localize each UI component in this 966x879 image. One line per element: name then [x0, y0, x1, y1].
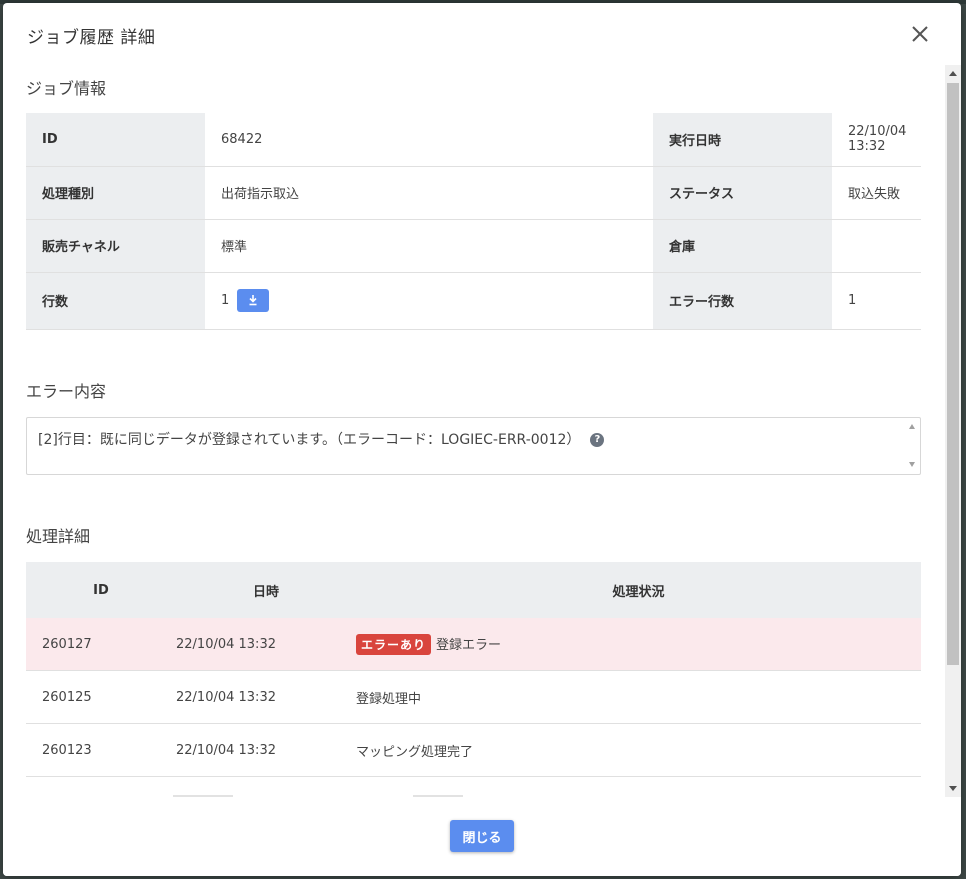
- value-sales-channel: 標準: [205, 219, 653, 273]
- error-message-line: [2]行目：既に同じデータが登録されています。（エラーコード：LOGIEC-ER…: [38, 429, 605, 449]
- info-row-id: ID 68422 実行日時 22/10/04 13:32: [26, 113, 921, 167]
- dialog-title: ジョブ履歴 詳細: [27, 28, 156, 48]
- value-warehouse: [832, 219, 921, 273]
- label-sales-channel: 販売チャネル: [26, 219, 205, 273]
- value-executed-at: 22/10/04 13:32: [832, 113, 921, 167]
- value-error-line-count: 1: [832, 272, 921, 330]
- row-id: 260127: [26, 618, 176, 671]
- label-error-line-count: エラー行数: [653, 272, 832, 330]
- error-message: [2]行目：既に同じデータが登録されています。（エラーコード：LOGIEC-ER…: [38, 432, 581, 448]
- row-status: マッピング処理完了: [356, 723, 921, 777]
- close-icon[interactable]: [909, 23, 931, 45]
- download-icon: [249, 295, 257, 306]
- row-datetime: 22/10/04 13:32: [176, 618, 356, 671]
- header-status: 処理状況: [356, 562, 921, 618]
- value-status: 取込失敗: [832, 166, 921, 220]
- scrollbar-up-arrow-icon[interactable]: [949, 71, 957, 76]
- info-row-channel: 販売チャネル 標準 倉庫: [26, 219, 921, 273]
- table-row: 260125 22/10/04 13:32 登録処理中: [26, 670, 921, 724]
- textarea-scrollbar[interactable]: [906, 420, 918, 472]
- label-status: ステータス: [653, 166, 832, 220]
- row-id: 260123: [26, 723, 176, 777]
- content-scrollbar[interactable]: [945, 65, 961, 797]
- row-status-cell: エラーあり 登録エラー: [356, 618, 921, 671]
- download-button[interactable]: [237, 289, 270, 312]
- info-row-type: 処理種別 出荷指示取込 ステータス 取込失敗: [26, 166, 921, 220]
- error-section-title: エラー内容: [26, 382, 107, 401]
- job-history-detail-dialog: ジョブ履歴 詳細 ジョブ情報 ID 68422 実行日時 22/10/04 13…: [3, 3, 961, 876]
- row-id: 260125: [26, 670, 176, 724]
- label-line-count: 行数: [26, 272, 205, 330]
- job-info-table: ID 68422 実行日時 22/10/04 13:32 処理種別 出荷指示取込…: [26, 113, 921, 330]
- row-datetime: 22/10/04 13:32: [176, 723, 356, 777]
- details-section-title: 処理詳細: [26, 527, 91, 546]
- job-info-title: ジョブ情報: [26, 79, 107, 98]
- value-line-count-cell: 1: [205, 272, 653, 330]
- label-executed-at: 実行日時: [653, 113, 832, 167]
- table-header-row: ID 日時 処理状況: [26, 562, 921, 618]
- header-datetime: 日時: [176, 562, 356, 618]
- dialog-footer: 閉じる: [3, 797, 961, 876]
- error-badge: エラーあり: [356, 633, 432, 655]
- table-row: 260127 22/10/04 13:32 エラーあり 登録エラー: [26, 618, 921, 671]
- row-status: 登録処理中: [356, 670, 921, 724]
- label-id: ID: [26, 113, 205, 167]
- row-status: 登録エラー: [436, 637, 502, 653]
- value-id: 68422: [205, 113, 653, 167]
- scroll-up-arrow-icon[interactable]: [909, 424, 915, 429]
- scrollbar-thumb[interactable]: [947, 83, 959, 665]
- scroll-down-arrow-icon[interactable]: [909, 462, 915, 467]
- row-datetime: 22/10/04 13:32: [176, 670, 356, 724]
- info-row-lines: 行数 1 エラー行数 1: [26, 272, 921, 330]
- scrollbar-down-arrow-icon[interactable]: [949, 786, 957, 791]
- close-button[interactable]: 閉じる: [450, 820, 514, 852]
- error-message-textarea[interactable]: [2]行目：既に同じデータが登録されています。（エラーコード：LOGIEC-ER…: [26, 417, 921, 475]
- table-row: 260123 22/10/04 13:32 マッピング処理完了: [26, 723, 921, 777]
- process-detail-table: ID 日時 処理状況 260127 22/10/04 13:32 エラーあり 登録…: [26, 562, 921, 777]
- value-process-type: 出荷指示取込: [205, 166, 653, 220]
- label-warehouse: 倉庫: [653, 219, 832, 273]
- value-line-count: 1: [221, 293, 230, 308]
- header-id: ID: [26, 562, 176, 618]
- label-process-type: 処理種別: [26, 166, 205, 220]
- help-icon[interactable]: ?: [590, 433, 605, 447]
- dialog-content[interactable]: ジョブ情報 ID 68422 実行日時 22/10/04 13:32 処理種別 …: [3, 65, 945, 797]
